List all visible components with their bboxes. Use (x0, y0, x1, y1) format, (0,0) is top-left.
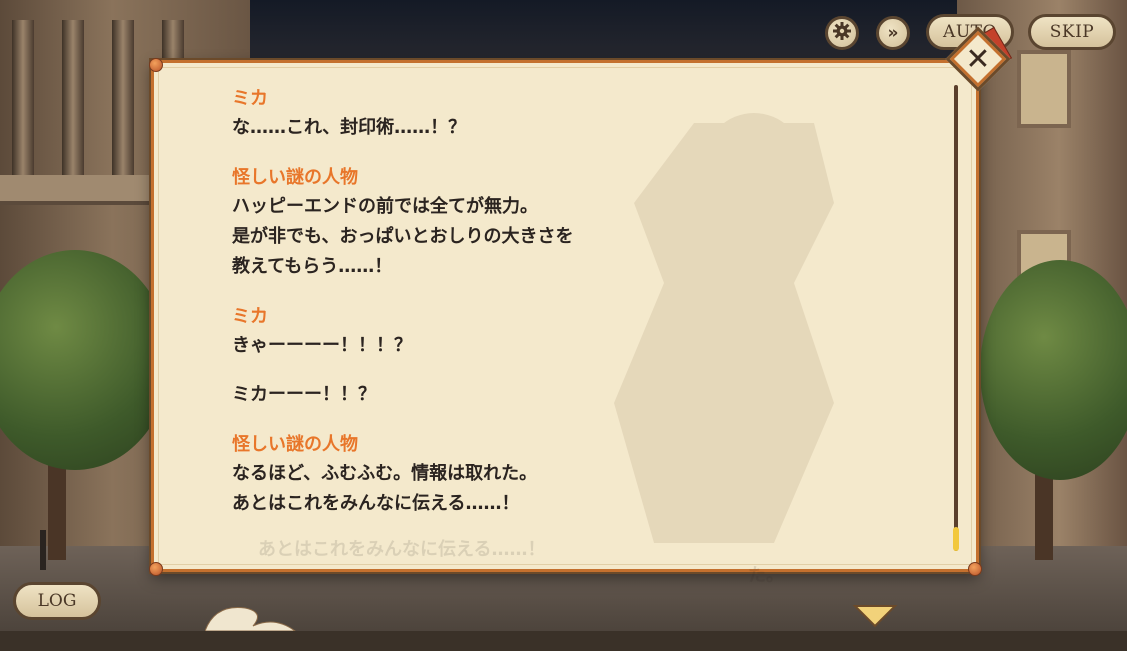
dialogue-line: あとはこれをみんなに伝える……！ (232, 493, 520, 514)
speaker-name: ミカ (232, 88, 268, 109)
log-label: LOG (37, 591, 77, 611)
dialogue-line: 教えてもらう……！ (232, 256, 393, 277)
right-tree (980, 260, 1127, 480)
dialogue-line: な……これ、封印術……！？ (232, 117, 467, 138)
log-entry: ミカ な……これ、封印術……！？ (232, 85, 912, 143)
speaker-name: 怪しい謎の人物 (232, 167, 358, 188)
dialogue-line: きゃーーーー！！！？ (232, 335, 412, 356)
log-entry: ミカーーー！！？ (232, 380, 912, 410)
scrollbar[interactable] (953, 85, 959, 551)
log-entry: 怪しい謎の人物 なるほど、ふむふむ。情報は取れた。 あとはこれをみんなに伝える…… (232, 431, 912, 519)
log-entry: 怪しい謎の人物 ハッピーエンドの前では全てが無力。 是が非でも、おっぱいとおしり… (232, 164, 912, 282)
settings-button[interactable] (825, 16, 859, 50)
dialogue-line: 是が非でも、おっぱいとおしりの大きさを (232, 226, 574, 247)
skip-button[interactable]: SKIP (1028, 14, 1116, 50)
dialogue-line: なるほど、ふむふむ。情報は取れた。 (232, 463, 538, 484)
corner-ornament (968, 562, 982, 576)
gear-icon (832, 21, 852, 46)
log-entry: ミカ きゃーーーー！！！？ (232, 303, 912, 361)
close-x-icon[interactable]: ✕ (955, 36, 1001, 82)
log-button[interactable]: LOG (13, 582, 101, 620)
bottom-ornament (205, 605, 898, 631)
speaker-name: 怪しい謎の人物 (232, 434, 358, 455)
dialogue-line: ハッピーエンドの前では全てが無力。 (232, 196, 538, 217)
speaker-name: ミカ (232, 306, 268, 327)
fast-forward-button[interactable]: » (876, 16, 910, 50)
backlog-panel: た。 あとはこれをみんなに伝える……！ ミカ な……これ、封印術……！？ 怪しい… (151, 60, 979, 586)
corner-ornament (149, 58, 163, 72)
skip-label: SKIP (1049, 22, 1095, 42)
dialogue-line: ミカーーー！！？ (232, 384, 376, 405)
double-chevron-right-icon: » (887, 23, 899, 43)
corner-ornament (149, 562, 163, 576)
scrollbar-thumb[interactable] (953, 527, 959, 551)
backlog-list[interactable]: ミカ な……これ、封印術……！？ 怪しい謎の人物 ハッピーエンドの前では全てが無… (232, 85, 912, 540)
